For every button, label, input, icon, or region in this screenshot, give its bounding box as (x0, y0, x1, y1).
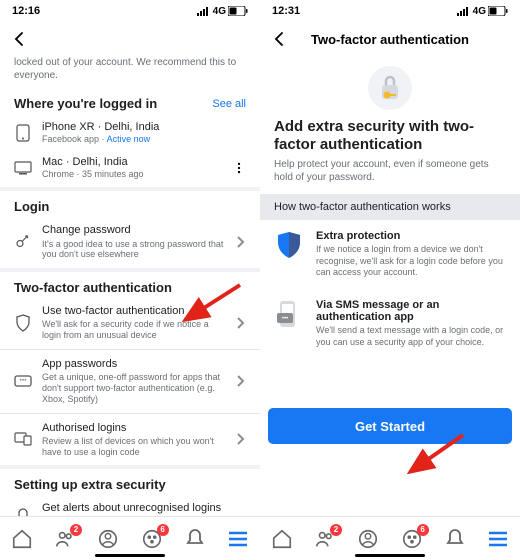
section-title: Login (14, 199, 49, 214)
battery-icon (228, 6, 248, 16)
badge: 6 (157, 524, 169, 536)
change-password-row[interactable]: Change password It's a good idea to use … (0, 218, 260, 266)
badge: 2 (330, 524, 342, 536)
key-icon (14, 233, 32, 251)
section-title: Two-factor authentication (14, 280, 172, 295)
home-indicator (355, 554, 425, 557)
signal-icon (197, 7, 211, 16)
feature-title: Via SMS message or an authentication app (316, 299, 506, 323)
battery-icon (488, 6, 508, 16)
session-row[interactable]: iPhone XR · Delhi, India Facebook app · … (0, 115, 260, 150)
tab-notifications[interactable] (182, 526, 208, 552)
tab-profile[interactable] (95, 526, 121, 552)
feature-desc: If we notice a login from a device we do… (316, 244, 506, 279)
svg-text:•••: ••• (282, 316, 288, 322)
bell-icon (14, 506, 32, 516)
desktop-icon (14, 159, 32, 177)
status-bar: 12:31 4G (260, 0, 520, 22)
network-label: 4G (213, 6, 226, 17)
hero-image (260, 56, 520, 118)
row-desc: It's a good idea to use a strong passwor… (42, 239, 226, 261)
shield-lock-icon (14, 314, 32, 332)
get-started-button[interactable]: Get Started (268, 408, 512, 444)
feature-title: Extra protection (316, 230, 506, 242)
how-it-works-band: How two-factor authentication works (260, 194, 520, 220)
row-title: Change password (42, 224, 226, 237)
status-time: 12:31 (272, 5, 300, 17)
section-title: Setting up extra security (14, 477, 166, 492)
lock-key-icon (377, 73, 403, 103)
feature-sms-app: ••• Via SMS message or an authentication… (260, 289, 520, 358)
nav-bar (0, 22, 260, 56)
session-meta: Facebook app · Active now (42, 134, 246, 144)
badge: 6 (417, 524, 429, 536)
tab-menu[interactable] (225, 526, 251, 552)
badge: 2 (70, 524, 82, 536)
2fa-intro-screen: 12:31 4G Two-factor authentication Add e… (260, 0, 520, 560)
row-desc: Get a unique, one-off password for apps … (42, 372, 226, 404)
more-icon[interactable] (232, 161, 246, 175)
authorised-logins-row[interactable]: Authorised logins Review a list of devic… (0, 416, 260, 464)
status-bar: 12:16 4G (0, 0, 260, 22)
nav-bar: Two-factor authentication (260, 22, 520, 56)
home-indicator (95, 554, 165, 557)
row-desc: We'll ask for a security code if we noti… (42, 319, 226, 341)
use-2fa-row[interactable]: Use two-factor authentication We'll ask … (0, 299, 260, 347)
row-desc: Review a list of devices on which you wo… (42, 436, 226, 458)
signal-icon (457, 7, 471, 16)
tab-groups[interactable]: 6 (399, 526, 425, 552)
tab-friends[interactable]: 2 (52, 526, 78, 552)
chevron-right-icon (236, 235, 246, 249)
section-title: Where you're logged in (14, 96, 157, 111)
nav-title: Two-factor authentication (260, 32, 520, 47)
shield-icon (274, 230, 304, 260)
row-title: Get alerts about unrecognised logins (42, 502, 246, 515)
see-all-link[interactable]: See all (212, 98, 246, 110)
tab-menu[interactable] (485, 526, 511, 552)
sessions-header: Where you're logged in See all (0, 90, 260, 115)
tab-home[interactable] (9, 526, 35, 552)
status-right: 4G (457, 6, 508, 17)
row-title: App passwords (42, 358, 226, 371)
hero-title: Add extra security with two-factor authe… (260, 118, 520, 158)
tab-friends[interactable]: 2 (312, 526, 338, 552)
feature-extra-protection: Extra protection If we notice a login fr… (260, 220, 520, 289)
phone-icon (14, 124, 32, 142)
status-time: 12:16 (12, 5, 40, 17)
tab-notifications[interactable] (442, 526, 468, 552)
session-device: Mac · Delhi, India (42, 156, 222, 169)
truncated-text: locked out of your account. We recommend… (0, 56, 260, 90)
password-icon: *** (14, 372, 32, 390)
back-icon[interactable] (10, 30, 28, 48)
svg-text:***: *** (19, 379, 27, 385)
tab-home[interactable] (269, 526, 295, 552)
network-label: 4G (473, 6, 486, 17)
tab-groups[interactable]: 6 (139, 526, 165, 552)
intro-content: Add extra security with two-factor authe… (260, 56, 520, 516)
settings-content: locked out of your account. We recommend… (0, 56, 260, 516)
tab-profile[interactable] (355, 526, 381, 552)
session-device: iPhone XR · Delhi, India (42, 121, 246, 134)
devices-icon (14, 430, 32, 448)
status-right: 4G (197, 6, 248, 17)
settings-screen: 12:16 4G locked out of your account. We … (0, 0, 260, 560)
session-meta: Chrome · 35 minutes ago (42, 169, 222, 179)
phone-sms-icon: ••• (274, 299, 304, 329)
row-title: Authorised logins (42, 422, 226, 435)
alerts-row[interactable]: Get alerts about unrecognised logins We'… (0, 496, 260, 516)
session-row[interactable]: Mac · Delhi, India Chrome · 35 minutes a… (0, 150, 260, 185)
row-title: Use two-factor authentication (42, 305, 226, 318)
app-passwords-row[interactable]: *** App passwords Get a unique, one-off … (0, 352, 260, 411)
chevron-right-icon (236, 374, 246, 388)
chevron-right-icon (236, 432, 246, 446)
hero-desc: Help protect your account, even if someo… (260, 158, 520, 194)
chevron-right-icon (236, 316, 246, 330)
feature-desc: We'll send a text message with a login c… (316, 325, 506, 348)
